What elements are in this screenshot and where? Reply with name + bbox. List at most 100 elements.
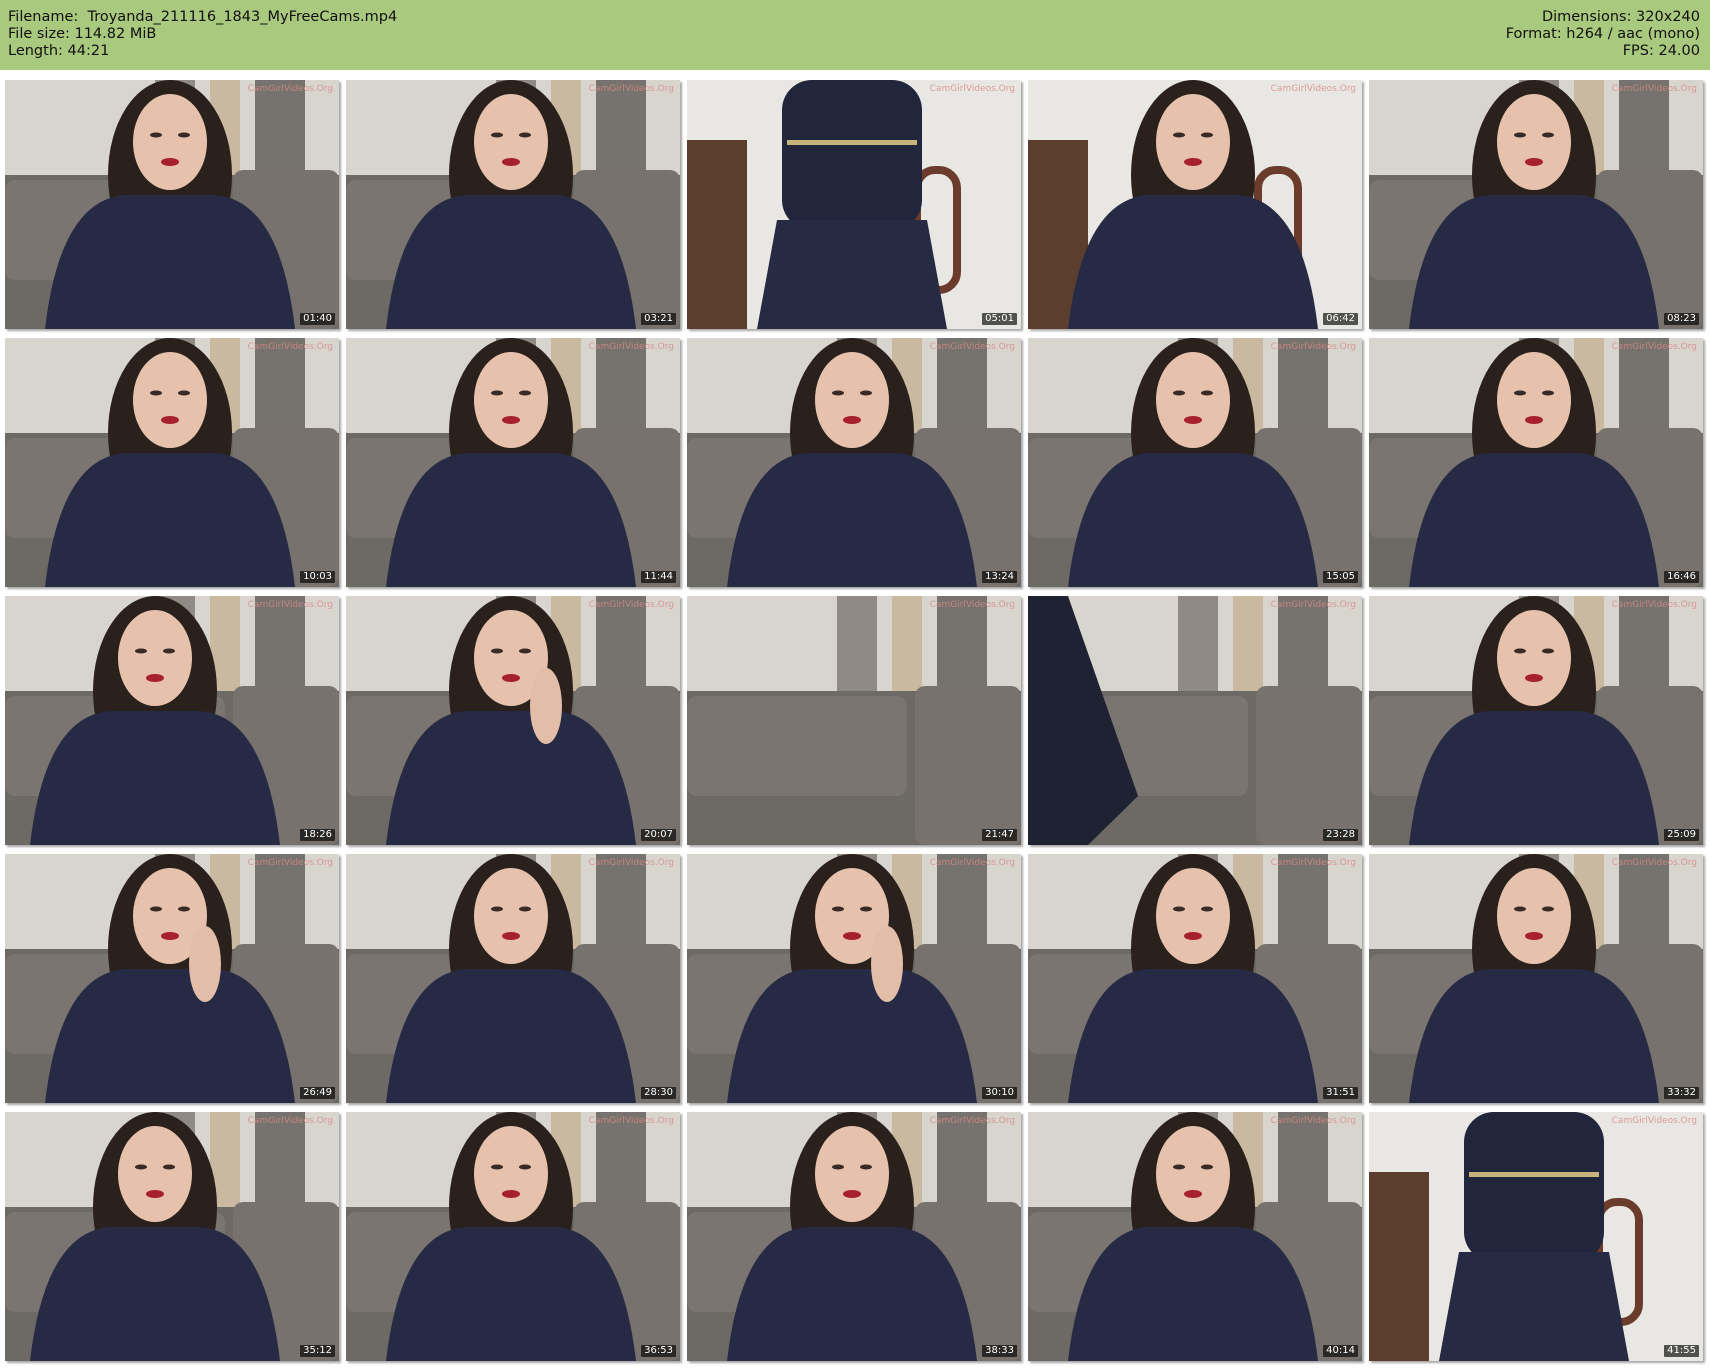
watermark-logo: CamGirlVideos.Org	[247, 84, 333, 94]
thumbnail-frame-image	[1028, 1112, 1362, 1361]
video-thumbnail: CamGirlVideos.Org 33:32	[1369, 854, 1703, 1103]
thumbnail-frame-image	[687, 338, 1021, 587]
video-thumbnail: CamGirlVideos.Org 26:49	[5, 854, 339, 1103]
video-thumbnail: CamGirlVideos.Org 28:30	[346, 854, 680, 1103]
video-thumbnail: CamGirlVideos.Org 25:09	[1369, 596, 1703, 845]
thumbnail-timestamp: 23:28	[1323, 829, 1358, 841]
video-thumbnail: CamGirlVideos.Org 16:46	[1369, 338, 1703, 587]
video-thumbnail: CamGirlVideos.Org 36:53	[346, 1112, 680, 1361]
video-thumbnail: CamGirlVideos.Org 30:10	[687, 854, 1021, 1103]
thumbnail-frame-image	[1369, 1112, 1703, 1361]
thumbnail-frame-image	[5, 596, 339, 845]
thumbnail-frame-image	[5, 854, 339, 1103]
thumbnail-timestamp: 26:49	[300, 1087, 335, 1099]
video-thumbnail: CamGirlVideos.Org 41:55	[1369, 1112, 1703, 1361]
thumbnail-frame-image	[5, 80, 339, 329]
video-thumbnail: CamGirlVideos.Org 21:47	[687, 596, 1021, 845]
thumbnail-timestamp: 08:23	[1664, 313, 1699, 325]
thumbnail-timestamp: 03:21	[641, 313, 676, 325]
thumbnail-frame-image	[687, 854, 1021, 1103]
watermark-logo: CamGirlVideos.Org	[588, 858, 674, 868]
thumbnail-frame-image	[1369, 596, 1703, 845]
thumbnail-timestamp: 18:26	[300, 829, 335, 841]
watermark-logo: CamGirlVideos.Org	[929, 342, 1015, 352]
thumbnail-timestamp: 05:01	[982, 313, 1017, 325]
thumbnail-frame-image	[687, 1112, 1021, 1361]
video-thumbnail: CamGirlVideos.Org 35:12	[5, 1112, 339, 1361]
video-thumbnail: CamGirlVideos.Org 06:42	[1028, 80, 1362, 329]
thumbnail-frame-image	[346, 338, 680, 587]
thumbnail-timestamp: 36:53	[641, 1345, 676, 1357]
watermark-logo: CamGirlVideos.Org	[1611, 84, 1697, 94]
video-thumbnail: CamGirlVideos.Org 15:05	[1028, 338, 1362, 587]
thumbnail-timestamp: 10:03	[300, 571, 335, 583]
watermark-logo: CamGirlVideos.Org	[247, 858, 333, 868]
thumbnail-frame-image	[346, 854, 680, 1103]
video-thumbnail: CamGirlVideos.Org 01:40	[5, 80, 339, 329]
watermark-logo: CamGirlVideos.Org	[1270, 1116, 1356, 1126]
thumbnail-frame-image	[1028, 854, 1362, 1103]
watermark-logo: CamGirlVideos.Org	[1270, 342, 1356, 352]
thumbnail-timestamp: 11:44	[641, 571, 676, 583]
watermark-logo: CamGirlVideos.Org	[588, 342, 674, 352]
watermark-logo: CamGirlVideos.Org	[929, 84, 1015, 94]
thumbnail-timestamp: 28:30	[641, 1087, 676, 1099]
watermark-logo: CamGirlVideos.Org	[588, 1116, 674, 1126]
watermark-logo: CamGirlVideos.Org	[1611, 342, 1697, 352]
thumbnail-timestamp: 16:46	[1664, 571, 1699, 583]
watermark-logo: CamGirlVideos.Org	[247, 342, 333, 352]
video-thumbnail: CamGirlVideos.Org 10:03	[5, 338, 339, 587]
video-thumbnail: CamGirlVideos.Org 05:01	[687, 80, 1021, 329]
thumbnail-frame-image	[1369, 338, 1703, 587]
watermark-logo: CamGirlVideos.Org	[929, 600, 1015, 610]
video-thumbnail: CamGirlVideos.Org 03:21	[346, 80, 680, 329]
thumbnail-frame-image	[346, 596, 680, 845]
watermark-logo: CamGirlVideos.Org	[247, 600, 333, 610]
video-thumbnail: CamGirlVideos.Org 20:07	[346, 596, 680, 845]
thumbnail-frame-image	[5, 338, 339, 587]
watermark-logo: CamGirlVideos.Org	[1270, 858, 1356, 868]
watermark-logo: CamGirlVideos.Org	[588, 84, 674, 94]
thumbnail-timestamp: 20:07	[641, 829, 676, 841]
thumbnail-timestamp: 21:47	[982, 829, 1017, 841]
thumbnail-frame-image	[1028, 338, 1362, 587]
thumbnail-timestamp: 38:33	[982, 1345, 1017, 1357]
thumbnail-frame-image	[1369, 80, 1703, 329]
video-thumbnail: CamGirlVideos.Org 18:26	[5, 596, 339, 845]
thumbnail-timestamp: 15:05	[1323, 571, 1358, 583]
watermark-logo: CamGirlVideos.Org	[1611, 600, 1697, 610]
thumbnail-timestamp: 25:09	[1664, 829, 1699, 841]
thumbnail-timestamp: 41:55	[1664, 1345, 1699, 1357]
video-thumbnail: CamGirlVideos.Org 23:28	[1028, 596, 1362, 845]
watermark-logo: CamGirlVideos.Org	[1270, 84, 1356, 94]
thumbnail-grid: CamGirlVideos.Org 01:40 CamGirlVideos.Org 0…	[0, 0, 1710, 1370]
thumbnail-frame-image	[1369, 854, 1703, 1103]
thumbnail-timestamp: 35:12	[300, 1345, 335, 1357]
thumbnail-frame-image	[687, 80, 1021, 329]
thumbnail-frame-image	[5, 1112, 339, 1361]
thumbnail-timestamp: 30:10	[982, 1087, 1017, 1099]
watermark-logo: CamGirlVideos.Org	[1611, 1116, 1697, 1126]
thumbnail-frame-image	[346, 1112, 680, 1361]
thumbnail-timestamp: 01:40	[300, 313, 335, 325]
thumbnail-frame-image	[1028, 596, 1362, 845]
watermark-logo: CamGirlVideos.Org	[588, 600, 674, 610]
watermark-logo: CamGirlVideos.Org	[929, 858, 1015, 868]
watermark-logo: CamGirlVideos.Org	[1611, 858, 1697, 868]
video-thumbnail: CamGirlVideos.Org 31:51	[1028, 854, 1362, 1103]
video-thumbnail: CamGirlVideos.Org 08:23	[1369, 80, 1703, 329]
video-thumbnail: CamGirlVideos.Org 13:24	[687, 338, 1021, 587]
thumbnail-frame-image	[346, 80, 680, 329]
video-thumbnail: CamGirlVideos.Org 40:14	[1028, 1112, 1362, 1361]
watermark-logo: CamGirlVideos.Org	[247, 1116, 333, 1126]
thumbnail-timestamp: 40:14	[1323, 1345, 1358, 1357]
thumbnail-timestamp: 06:42	[1323, 313, 1358, 325]
thumbnail-frame-image	[687, 596, 1021, 845]
thumbnail-frame-image	[1028, 80, 1362, 329]
watermark-logo: CamGirlVideos.Org	[929, 1116, 1015, 1126]
video-thumbnail: CamGirlVideos.Org 38:33	[687, 1112, 1021, 1361]
thumbnail-timestamp: 13:24	[982, 571, 1017, 583]
thumbnail-timestamp: 31:51	[1323, 1087, 1358, 1099]
video-thumbnail: CamGirlVideos.Org 11:44	[346, 338, 680, 587]
thumbnail-timestamp: 33:32	[1664, 1087, 1699, 1099]
